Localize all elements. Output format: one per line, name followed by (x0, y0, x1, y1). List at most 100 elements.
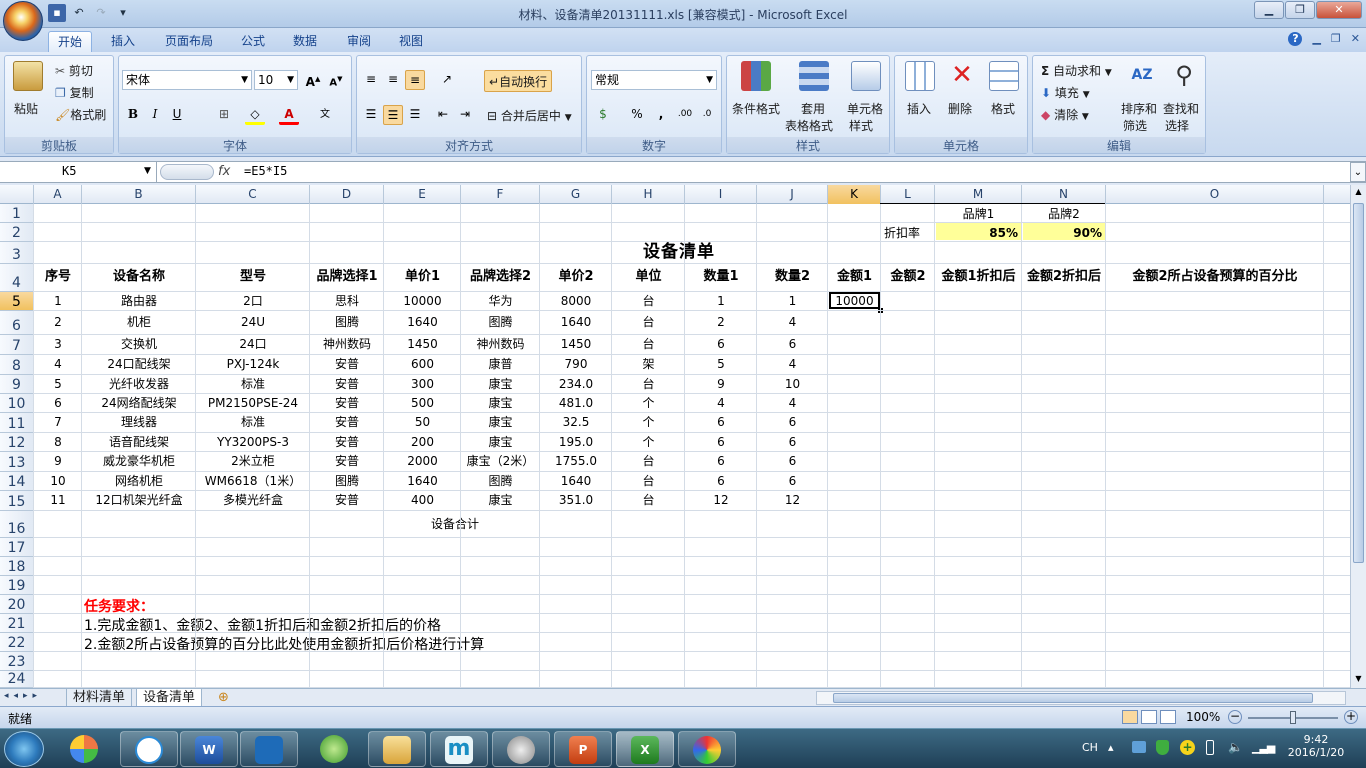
total-cell[interactable] (936, 511, 1021, 536)
data-cell[interactable]: 康宝 (462, 375, 539, 392)
undo-icon[interactable]: ↶ (70, 4, 88, 22)
data-cell[interactable]: 1450 (541, 335, 611, 353)
fill-button[interactable]: ⬇ 填充 ▼ (1041, 84, 1090, 101)
taskbar-app-2[interactable] (120, 731, 178, 767)
column-header-n[interactable]: N (1022, 185, 1106, 204)
data-cell[interactable] (829, 413, 880, 431)
font-size-select[interactable]: 10 ▼ (254, 70, 298, 90)
header-cell[interactable]: 单价2 (541, 264, 611, 290)
data-cell[interactable] (1023, 452, 1105, 470)
column-header-h[interactable]: H (612, 185, 685, 204)
cut-button[interactable]: ✂ 剪切 (55, 62, 93, 79)
data-cell[interactable]: 神州数码 (311, 335, 383, 353)
data-cell[interactable]: 安普 (311, 394, 383, 411)
row-header-22[interactable]: 22 (0, 633, 34, 652)
tab-review[interactable]: 审阅 (338, 31, 380, 52)
data-cell[interactable]: 个 (613, 433, 684, 450)
row-header-17[interactable]: 17 (0, 538, 34, 557)
data-cell[interactable]: 481.0 (541, 394, 611, 411)
total-cell[interactable] (829, 511, 880, 536)
column-header-o[interactable]: O (1106, 185, 1324, 204)
row-header-10[interactable]: 10 (0, 394, 34, 413)
data-cell[interactable] (1107, 292, 1323, 309)
data-cell[interactable]: 8 (35, 433, 81, 450)
underline-icon[interactable]: U (167, 105, 187, 125)
data-cell[interactable]: 1 (686, 292, 756, 309)
data-cell[interactable] (936, 292, 1021, 309)
taskbar-excel[interactable]: X (616, 731, 674, 767)
data-cell[interactable] (936, 472, 1021, 489)
delete-cells-icon[interactable]: ✕ (947, 61, 977, 91)
format-as-table-label-2[interactable]: 表格格式 (785, 117, 833, 134)
task-title[interactable]: 任务要求： (84, 595, 154, 614)
sheet-tab-materials[interactable]: 材料清单 (66, 689, 133, 707)
header-cell[interactable]: 品牌选择2 (462, 264, 539, 290)
scroll-up-icon[interactable]: ▲ (1353, 187, 1364, 199)
column-header-c[interactable]: C (196, 185, 310, 204)
taskbar-app-1[interactable] (56, 731, 114, 767)
discount-rate-2[interactable]: 90% (1023, 223, 1105, 240)
column-header-b[interactable]: B (82, 185, 196, 204)
copy-button[interactable]: ❐ 复制 (55, 84, 94, 101)
data-cell[interactable]: 4 (758, 355, 827, 373)
data-cell[interactable]: 1640 (385, 311, 460, 333)
tab-home[interactable]: 开始 (48, 31, 93, 52)
data-cell[interactable]: 24口配线架 (83, 355, 195, 373)
data-cell[interactable] (936, 452, 1021, 470)
orientation-icon[interactable]: ↗ (437, 70, 457, 90)
tab-insert[interactable]: 插入 (102, 31, 144, 52)
align-top-icon[interactable]: ≡ (361, 70, 381, 90)
data-cell[interactable]: 1 (758, 292, 827, 309)
data-cell[interactable]: 7 (35, 413, 81, 431)
data-cell[interactable]: 24网络配线架 (83, 394, 195, 411)
zoom-level[interactable]: 100% (1186, 710, 1220, 724)
shrink-font-icon[interactable]: A▼ (326, 70, 346, 90)
column-header-i[interactable]: I (685, 185, 757, 204)
discount-rate-1[interactable]: 85% (936, 223, 1021, 240)
data-cell[interactable]: 华为 (462, 292, 539, 309)
data-cell[interactable]: 50 (385, 413, 460, 431)
autosum-button[interactable]: Σ 自动求和 ▼ (1041, 62, 1112, 79)
data-cell[interactable] (1107, 311, 1323, 333)
row-header-8[interactable]: 8 (0, 355, 34, 375)
header-cell[interactable]: 数量2 (758, 264, 827, 290)
row-header-4[interactable]: 4 (0, 264, 34, 292)
data-cell[interactable] (936, 335, 1021, 353)
data-cell[interactable]: WM6618（1米） (197, 472, 309, 489)
column-header-g[interactable]: G (540, 185, 612, 204)
tab-view[interactable]: 视图 (390, 31, 432, 52)
workbook-minimize-icon[interactable]: ▁ (1312, 32, 1320, 46)
data-cell[interactable]: 6 (686, 433, 756, 450)
data-cell[interactable]: 6 (686, 413, 756, 431)
taskbar-word[interactable]: W (180, 731, 238, 767)
data-cell[interactable] (1023, 413, 1105, 431)
close-button[interactable]: ✕ (1316, 1, 1362, 19)
data-cell[interactable] (1107, 433, 1323, 450)
column-header-k[interactable]: K (828, 185, 881, 204)
data-cell[interactable]: 6 (686, 452, 756, 470)
phonetic-icon[interactable]: 文 (315, 105, 335, 125)
row-header-6[interactable]: 6 (0, 311, 34, 335)
data-cell[interactable]: 机柜 (83, 311, 195, 333)
task-item-1[interactable]: 1.完成金额1、金额2、金额1折扣后和金额2折扣后的价格 (84, 614, 441, 633)
align-left-icon[interactable]: ☰ (361, 105, 381, 125)
signal-icon[interactable]: ▁▃▅ (1252, 741, 1275, 754)
minimize-button[interactable]: ▁ (1254, 1, 1284, 19)
data-cell[interactable]: 790 (541, 355, 611, 373)
data-cell[interactable]: 1640 (385, 472, 460, 489)
data-cell[interactable]: 图腾 (462, 472, 539, 489)
tab-formulas[interactable]: 公式 (232, 31, 274, 52)
data-cell[interactable]: 300 (385, 375, 460, 392)
format-cells-button[interactable]: 格式 (991, 100, 1015, 117)
data-cell[interactable] (829, 394, 880, 411)
name-box[interactable]: K5 (0, 161, 157, 183)
name-box-dropdown-icon[interactable]: ▼ (144, 166, 151, 176)
row-header-3[interactable]: 3 (0, 242, 34, 264)
total-cell[interactable] (882, 511, 934, 536)
data-cell[interactable]: 理线器 (83, 413, 195, 431)
data-cell[interactable]: 架 (613, 355, 684, 373)
data-cell[interactable]: 光纤收发器 (83, 375, 195, 392)
page-break-view-icon[interactable] (1160, 710, 1176, 724)
row-header-5[interactable]: 5 (0, 292, 34, 311)
data-cell[interactable]: 台 (613, 491, 684, 509)
